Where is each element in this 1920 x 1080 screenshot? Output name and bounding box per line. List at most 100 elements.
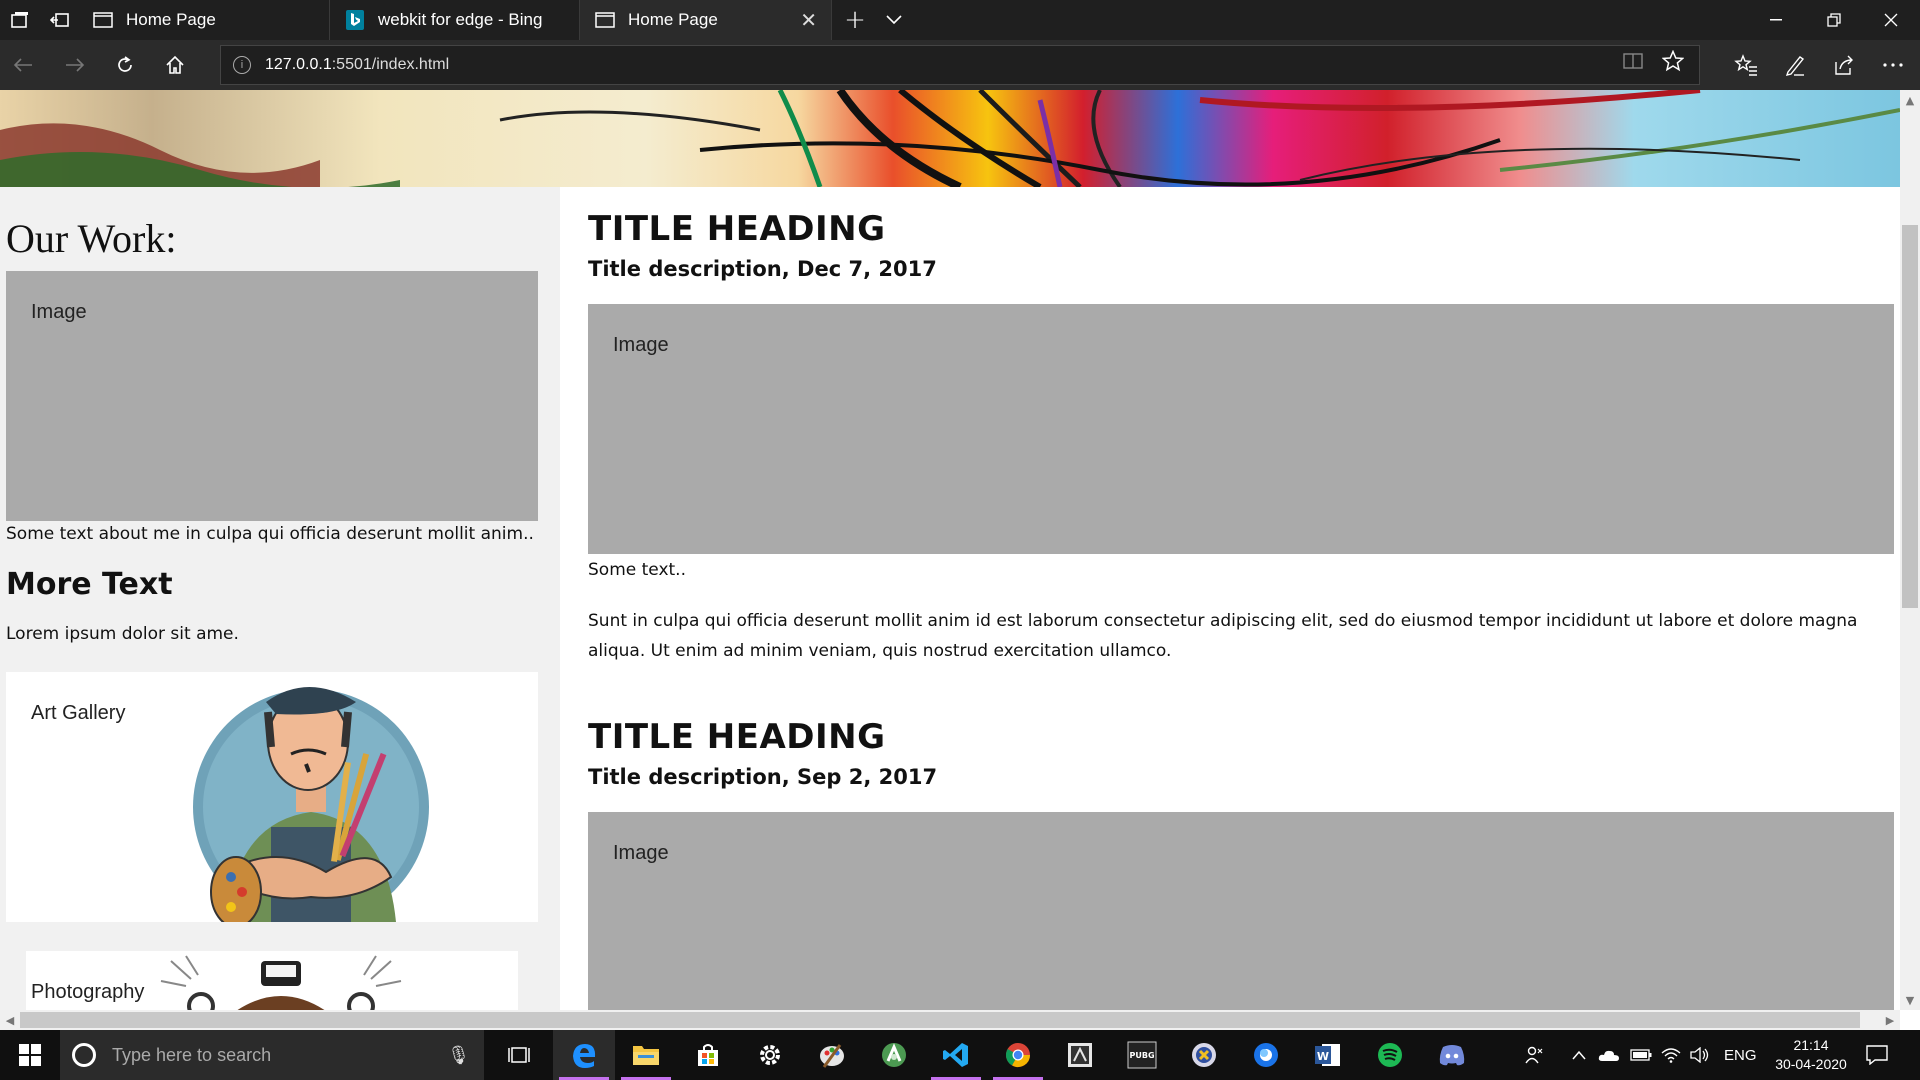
paint-icon[interactable]	[801, 1030, 863, 1080]
image-placeholder-label: Image	[613, 842, 669, 864]
clock-time: 21:14	[1793, 1037, 1829, 1053]
onedrive-icon[interactable]	[1598, 1030, 1620, 1080]
search-placeholder: Type here to search	[112, 1044, 272, 1065]
more-text-paragraph: Lorem ipsum dolor sit ame.	[6, 624, 239, 644]
post-body-text: Sunt in culpa qui officia deserunt molli…	[588, 611, 1858, 661]
browser-tab-bar: Home Page webkit for edge - Bing Home Pa…	[0, 0, 1920, 40]
page-icon	[594, 11, 616, 29]
taskbar-search-box[interactable]: Type here to search 🎙	[60, 1030, 484, 1080]
spotify-icon[interactable]	[1359, 1030, 1421, 1080]
favorite-star-icon[interactable]	[1660, 48, 1686, 74]
input-language[interactable]: ENG	[1724, 1030, 1757, 1080]
post-title: TITLE HEADING	[588, 209, 886, 249]
volume-icon[interactable]	[1690, 1030, 1710, 1080]
tab-actions-icon[interactable]	[8, 8, 32, 32]
restore-button[interactable]	[1805, 0, 1863, 40]
close-tab-icon[interactable]: ✕	[800, 8, 817, 33]
close-window-button[interactable]	[1862, 0, 1920, 40]
tab-home-page-1[interactable]: Home Page	[78, 0, 330, 40]
photography-card[interactable]: Photography	[26, 951, 518, 1010]
clock-date: 30-04-2020	[1775, 1056, 1847, 1072]
post-title: TITLE HEADING	[588, 717, 886, 757]
vertical-scroll-thumb[interactable]	[1902, 225, 1918, 608]
sidebar-image-placeholder: Image	[6, 271, 538, 521]
browser-nav-bar: i 127.0.0.1 :5501/index.html	[0, 40, 1920, 90]
favorites-hub-icon[interactable]	[1733, 52, 1759, 78]
store-icon[interactable]	[677, 1030, 739, 1080]
art-gallery-card[interactable]: Art Gallery	[6, 672, 538, 922]
settings-icon[interactable]	[739, 1030, 801, 1080]
url-path: :5501/index.html	[331, 56, 450, 73]
more-text-heading: More Text	[6, 567, 173, 602]
taskbar-clock[interactable]: 21:14 30-04-2020	[1766, 1036, 1856, 1074]
game-icon[interactable]	[1049, 1030, 1111, 1080]
sidebar: Our Work: Image Some text about me in cu…	[0, 187, 560, 1010]
start-button[interactable]	[0, 1030, 60, 1080]
pubg-icon[interactable]: PUBG	[1111, 1030, 1173, 1080]
svg-text:PUBG: PUBG	[1129, 1051, 1154, 1060]
more-options-icon[interactable]	[1880, 52, 1906, 78]
tab-label: Home Page	[628, 10, 718, 29]
image-placeholder-label: Image	[31, 301, 87, 323]
home-icon[interactable]	[162, 52, 188, 78]
address-bar[interactable]: i 127.0.0.1 :5501/index.html	[220, 45, 1700, 85]
forward-button[interactable]	[62, 52, 88, 78]
chevron-down-icon[interactable]	[882, 8, 906, 32]
scroll-down-arrow-icon[interactable]: ▼	[1900, 990, 1920, 1010]
vscode-icon[interactable]	[925, 1030, 987, 1080]
scroll-up-arrow-icon[interactable]: ▲	[1900, 90, 1920, 110]
post-description: Title description, Dec 7, 2017	[588, 257, 937, 281]
refresh-icon[interactable]	[112, 52, 138, 78]
browser2-icon[interactable]	[1235, 1030, 1297, 1080]
tab-label: Home Page	[126, 10, 216, 29]
android-studio-icon[interactable]	[863, 1030, 925, 1080]
minimize-button[interactable]	[1747, 0, 1805, 40]
horizontal-scrollbar[interactable]: ◀ ▶	[0, 1010, 1900, 1030]
post-image-placeholder: Image	[588, 812, 1894, 1010]
reading-view-icon[interactable]	[1620, 48, 1646, 74]
horizontal-scroll-thumb[interactable]	[20, 1012, 1860, 1028]
wifi-icon[interactable]	[1661, 1030, 1681, 1080]
vertical-scrollbar[interactable]: ▲ ▼	[1900, 90, 1920, 1010]
chrome-icon[interactable]	[987, 1030, 1049, 1080]
our-work-heading: Our Work:	[6, 216, 177, 261]
web-notes-icon[interactable]	[1782, 52, 1808, 78]
show-hidden-icons-chevron-up-icon[interactable]	[1572, 1030, 1586, 1080]
scroll-left-arrow-icon[interactable]: ◀	[0, 1010, 20, 1030]
set-tabs-aside-icon[interactable]	[48, 8, 72, 32]
post-description: Title description, Sep 2, 2017	[588, 765, 938, 789]
edge-icon[interactable]	[553, 1030, 615, 1080]
battery-icon[interactable]	[1630, 1030, 1652, 1080]
url-host: 127.0.0.1	[265, 56, 332, 73]
microphone-icon[interactable]: 🎙	[447, 1045, 470, 1066]
new-tab-button[interactable]: +	[843, 5, 867, 35]
tab-bing[interactable]: webkit for edge - Bing	[330, 0, 580, 40]
bing-icon	[344, 10, 366, 30]
task-view-icon[interactable]	[488, 1030, 550, 1080]
back-button[interactable]	[10, 52, 36, 78]
image-placeholder-label: Image	[613, 334, 669, 356]
word-icon[interactable]: W	[1297, 1030, 1359, 1080]
post-short-text: Some text..	[588, 560, 686, 580]
post-image-placeholder: Image	[588, 304, 1894, 554]
web-page-viewport: Our Work: Image Some text about me in cu…	[0, 90, 1900, 1010]
discord-icon[interactable]	[1421, 1030, 1483, 1080]
action-center-icon[interactable]	[1866, 1030, 1888, 1080]
artist-illustration	[193, 687, 429, 922]
tab-home-page-active[interactable]: Home Page ✕	[580, 0, 832, 40]
scroll-right-arrow-icon[interactable]: ▶	[1880, 1010, 1900, 1030]
main-content: TITLE HEADING Title description, Dec 7, …	[560, 187, 1900, 1010]
game2-icon[interactable]	[1173, 1030, 1235, 1080]
file-explorer-icon[interactable]	[615, 1030, 677, 1080]
people-icon[interactable]	[1524, 1030, 1546, 1080]
camera-illustration	[160, 955, 402, 1010]
search-icon	[72, 1043, 96, 1067]
windows-taskbar: Type here to search 🎙 PUBG W ENG 21:14 3…	[0, 1030, 1920, 1080]
header-banner-image	[0, 90, 1900, 187]
about-text: Some text about me in culpa qui officia …	[6, 524, 534, 544]
card-label: Art Gallery	[31, 702, 126, 724]
share-icon[interactable]	[1831, 52, 1857, 78]
windows-logo-icon	[19, 1044, 41, 1066]
site-info-icon[interactable]: i	[233, 56, 251, 74]
card-label: Photography	[31, 981, 145, 1003]
